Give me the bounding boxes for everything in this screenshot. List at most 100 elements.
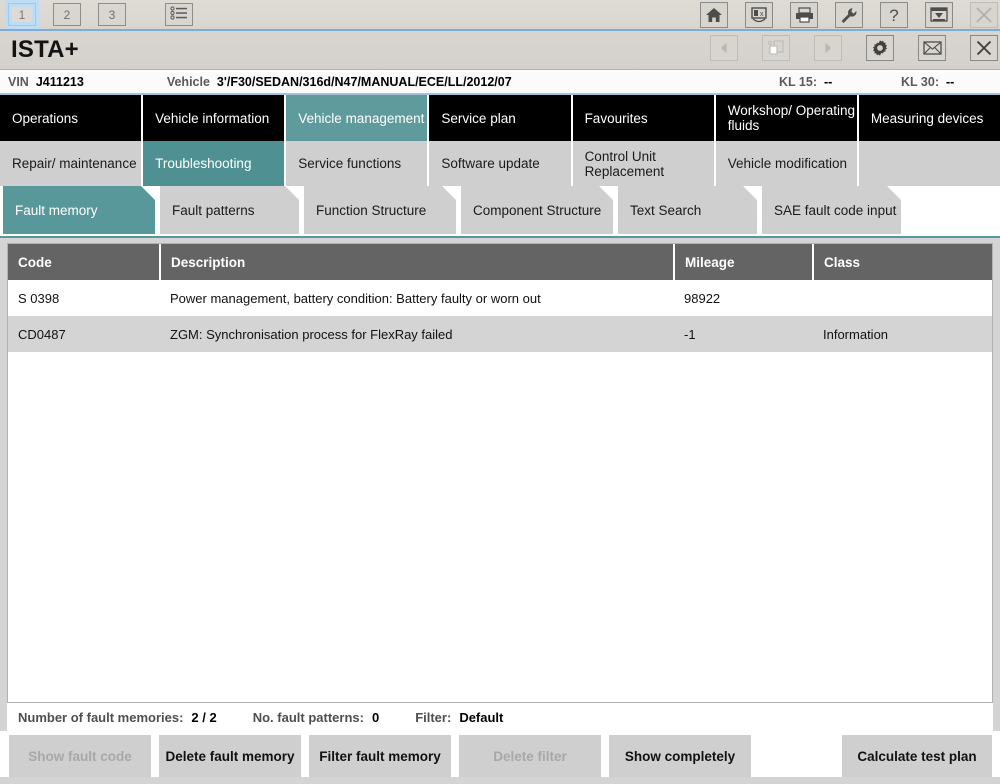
tab-fault-memory-label: Fault memory — [15, 203, 98, 218]
forward-button[interactable] — [814, 35, 842, 61]
close-window-icon — [975, 39, 993, 57]
back-arrow-icon — [717, 41, 731, 55]
filter-fault-memory-button[interactable]: Filter fault memory — [309, 735, 451, 777]
gear-icon — [871, 39, 889, 57]
session-tab-group: 1 2 3 — [0, 3, 193, 26]
print-button[interactable] — [790, 2, 818, 28]
svg-text:x: x — [760, 11, 764, 18]
status-filter-value: Default — [459, 710, 503, 725]
documents-button[interactable] — [762, 35, 790, 61]
session-tab-1[interactable]: 1 — [8, 3, 36, 26]
end-session-button[interactable]: x — [745, 2, 773, 28]
help-button[interactable]: ? — [880, 2, 908, 28]
delete-fault-memory-button[interactable]: Delete fault memory — [159, 735, 301, 777]
fault-memory-table: Code Description Mileage Class S 0398 Po… — [8, 244, 992, 352]
vehicle-value: 3'/F30/SEDAN/316d/N47/MANUAL/ECE/LL/2012… — [217, 75, 512, 89]
subnav-software-update[interactable]: Software update — [429, 141, 572, 186]
toolbar-actions: x ? — [700, 2, 998, 28]
subnav-vehicle-modification[interactable]: Vehicle modification — [716, 141, 859, 186]
calculate-test-plan-label: Calculate test plan — [857, 749, 976, 764]
title-bar: ISTA+ — [0, 31, 1000, 70]
kl30-group: KL 30: -- — [901, 75, 954, 89]
close-window-button[interactable] — [970, 35, 998, 61]
cell-code: CD0487 — [8, 316, 160, 352]
status-fault-memories-value: 2 / 2 — [191, 710, 216, 725]
status-filter: Filter: Default — [415, 710, 503, 725]
settings-button[interactable] — [866, 35, 894, 61]
nav-vehicle-information-label: Vehicle information — [155, 111, 269, 126]
status-bar: Number of fault memories: 2 / 2 No. faul… — [7, 703, 993, 731]
kl30-value: -- — [946, 75, 954, 89]
nav-favourites[interactable]: Favourites — [573, 95, 716, 141]
secondary-nav: Repair/ maintenance Troubleshooting Serv… — [0, 141, 1000, 186]
session-tab-3-label: 3 — [109, 8, 116, 22]
nav-operations[interactable]: Operations — [0, 95, 143, 141]
subnav-control-unit-replacement[interactable]: Control Unit Replacement — [573, 141, 716, 186]
minimize-button[interactable] — [925, 2, 953, 28]
home-icon — [705, 7, 723, 23]
subnav-software-update-label: Software update — [441, 156, 539, 171]
vehicle-info-bar: VIN J411213 Vehicle 3'/F30/SEDAN/316d/N4… — [0, 70, 1000, 94]
filter-fault-memory-label: Filter fault memory — [319, 749, 441, 764]
column-header-description[interactable]: Description — [160, 244, 674, 280]
tab-function-structure-label: Function Structure — [316, 203, 426, 218]
kl30-label: KL 30: — [901, 75, 939, 89]
cell-description: ZGM: Synchronisation process for FlexRay… — [160, 316, 674, 352]
tab-text-search[interactable]: Text Search — [618, 186, 757, 234]
tab-function-structure[interactable]: Function Structure — [304, 186, 456, 234]
subnav-repair-maintenance[interactable]: Repair/ maintenance — [0, 141, 143, 186]
vin-group: VIN J411213 — [8, 75, 84, 89]
tab-fault-memory[interactable]: Fault memory — [3, 186, 155, 234]
subnav-control-unit-replacement-label: Control Unit Replacement — [585, 149, 714, 179]
nav-service-plan[interactable]: Service plan — [429, 95, 572, 141]
table-row[interactable]: S 0398 Power management, battery conditi… — [8, 280, 992, 316]
column-header-class[interactable]: Class — [813, 244, 992, 280]
close-app-button[interactable] — [970, 2, 998, 28]
nav-workshop-fluids[interactable]: Workshop/ Operating fluids — [716, 95, 859, 141]
tab-sae-fault-code-input[interactable]: SAE fault code input — [762, 186, 901, 234]
subnav-troubleshooting[interactable]: Troubleshooting — [143, 141, 286, 186]
session-tab-3[interactable]: 3 — [98, 3, 126, 26]
vehicle-label: Vehicle — [167, 75, 210, 89]
delete-filter-button[interactable]: Delete filter — [459, 735, 601, 777]
show-completely-button[interactable]: Show completely — [609, 735, 751, 777]
tab-component-structure[interactable]: Component Structure — [461, 186, 613, 234]
subnav-service-functions[interactable]: Service functions — [286, 141, 429, 186]
calculate-test-plan-button[interactable]: Calculate test plan — [842, 735, 992, 777]
subnav-vehicle-modification-label: Vehicle modification — [728, 156, 847, 171]
session-tab-2[interactable]: 2 — [53, 3, 81, 26]
back-button[interactable] — [710, 35, 738, 61]
column-header-code[interactable]: Code — [8, 244, 160, 280]
status-fault-memories-label: Number of fault memories: — [18, 710, 183, 725]
show-fault-code-button[interactable]: Show fault code — [9, 735, 151, 777]
status-fault-memories: Number of fault memories: 2 / 2 — [18, 710, 217, 725]
subnav-repair-maintenance-label: Repair/ maintenance — [12, 156, 137, 171]
column-header-mileage[interactable]: Mileage — [674, 244, 813, 280]
title-bar-actions — [710, 35, 998, 61]
vin-label: VIN — [8, 75, 29, 89]
session-tab-1-label: 1 — [19, 8, 26, 22]
tab-text-search-label: Text Search — [630, 203, 701, 218]
nav-service-plan-label: Service plan — [441, 111, 515, 126]
cell-class: Information — [813, 316, 992, 352]
messages-button[interactable] — [918, 35, 946, 61]
minimize-icon — [930, 7, 948, 23]
nav-operations-label: Operations — [12, 111, 78, 126]
nav-measuring-devices[interactable]: Measuring devices — [859, 95, 1000, 141]
nav-workshop-fluids-label: Workshop/ Operating fluids — [728, 103, 857, 133]
cell-mileage: -1 — [674, 316, 813, 352]
kl15-label: KL 15: — [779, 75, 817, 89]
help-icon: ? — [887, 6, 901, 24]
home-button[interactable] — [700, 2, 728, 28]
show-completely-label: Show completely — [625, 749, 735, 764]
show-fault-code-label: Show fault code — [28, 749, 132, 764]
list-view-button[interactable] — [165, 3, 193, 26]
tools-button[interactable] — [835, 2, 863, 28]
vehicle-group: Vehicle 3'/F30/SEDAN/316d/N47/MANUAL/ECE… — [167, 75, 512, 89]
table-row[interactable]: CD0487 ZGM: Synchronisation process for … — [8, 316, 992, 352]
print-icon — [795, 7, 814, 23]
tab-fault-patterns[interactable]: Fault patterns — [160, 186, 299, 234]
nav-vehicle-management[interactable]: Vehicle management — [286, 95, 429, 141]
nav-vehicle-information[interactable]: Vehicle information — [143, 95, 286, 141]
cell-class — [813, 280, 992, 316]
